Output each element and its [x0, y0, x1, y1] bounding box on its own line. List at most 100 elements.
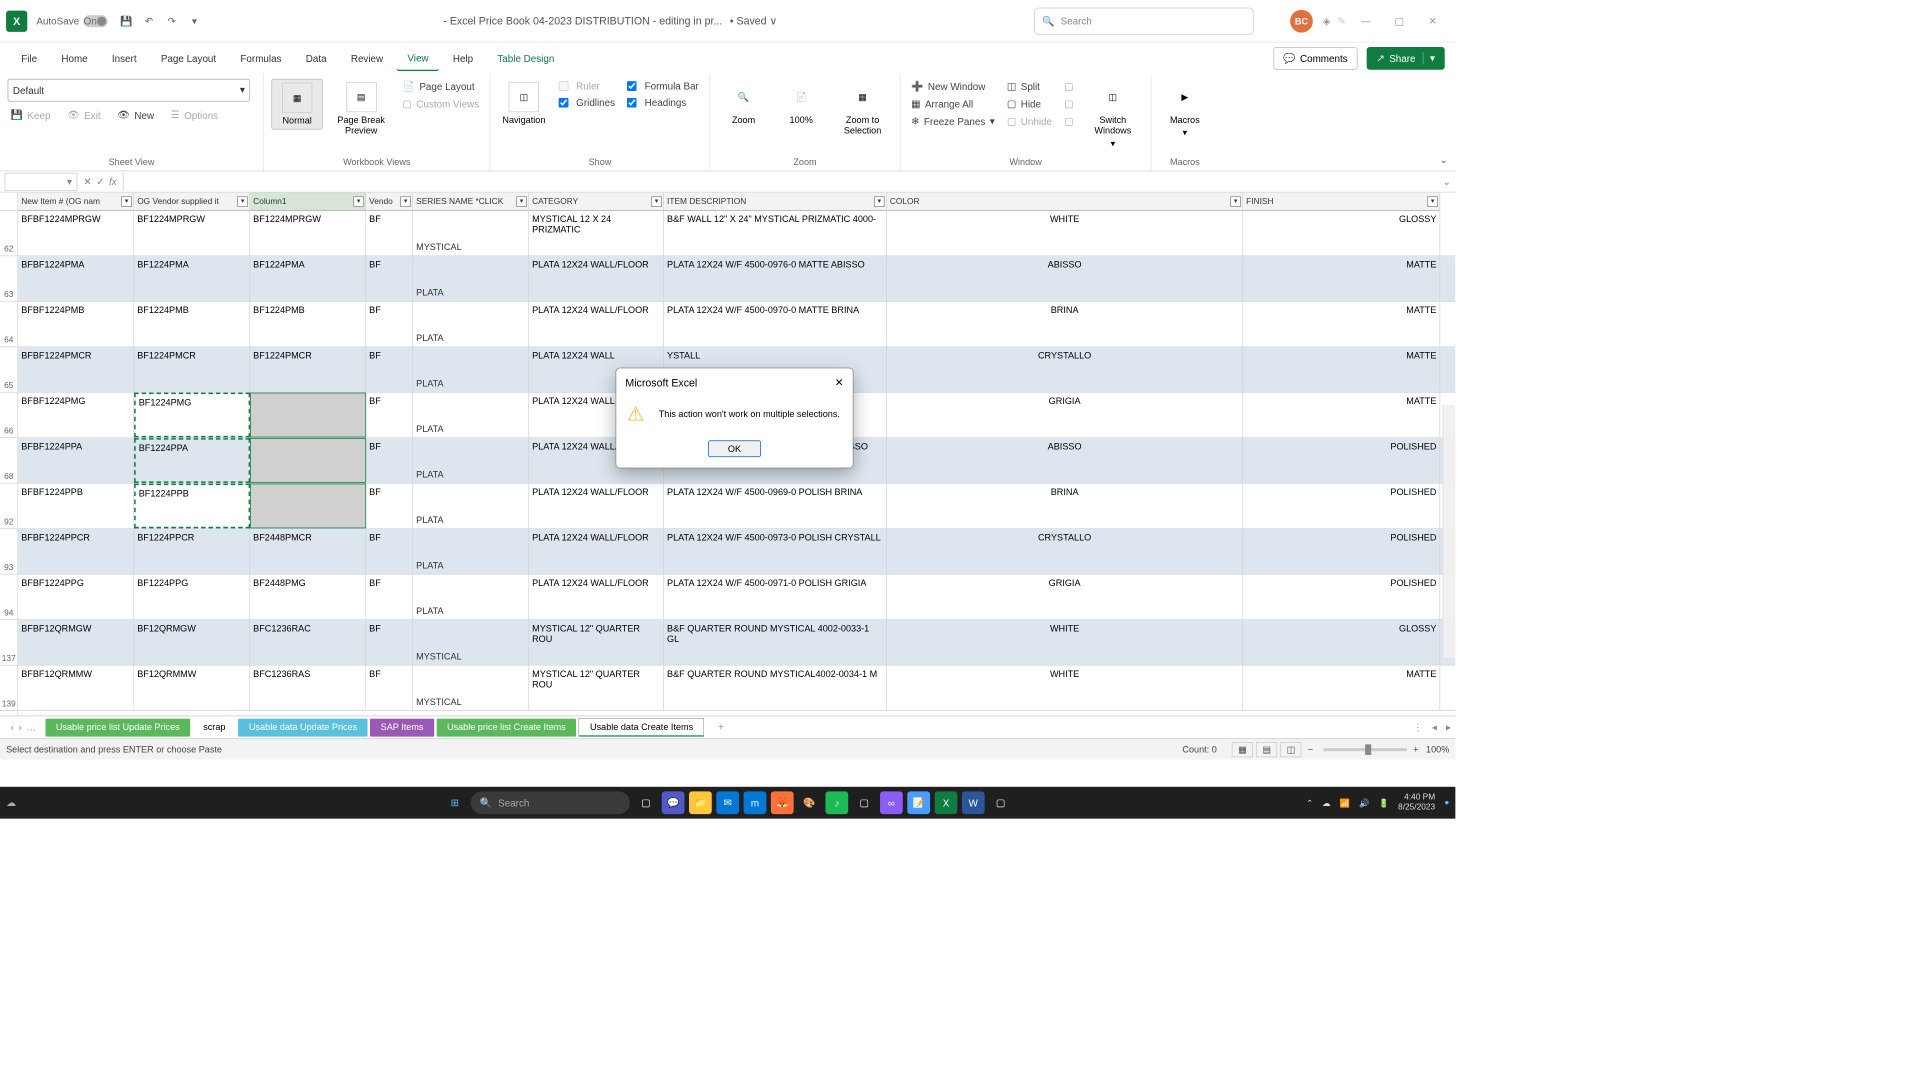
navigation-button[interactable]: ◫Navigation — [498, 79, 550, 128]
cell[interactable]: BF1224MPRGW — [134, 211, 250, 256]
cell[interactable]: PLATA 12X24 W/F 4500-0973-0 POLISH CRYST… — [664, 529, 887, 574]
cell[interactable]: BF — [366, 393, 413, 438]
cell[interactable]: BFBF1224PPCR — [18, 529, 134, 574]
zoom-selection-button[interactable]: ▦Zoom to Selection — [833, 79, 892, 139]
tray-chevron-icon[interactable]: ⌃ — [1306, 798, 1313, 808]
cell[interactable]: MATTE — [1243, 347, 1440, 392]
menu-data[interactable]: Data — [295, 47, 337, 70]
cell[interactable]: PLATA — [413, 575, 529, 620]
cell[interactable]: BF2448PMCR — [250, 529, 366, 574]
pagelayout-button[interactable]: 📄 Page Layout — [399, 79, 482, 94]
wifi-icon[interactable]: 📶 — [1340, 798, 1350, 808]
maximize-button[interactable]: ▢ — [1383, 6, 1416, 36]
teams-icon[interactable]: 💬 — [662, 791, 685, 814]
sheetview-dropdown[interactable]: Default▾ — [8, 79, 251, 102]
tab-next-icon[interactable]: › — [18, 722, 21, 733]
ribbon-collapse-icon[interactable]: ⌄ — [1440, 154, 1448, 166]
filter-icon[interactable]: ▾ — [874, 196, 885, 207]
cell[interactable]: BF — [366, 211, 413, 256]
column-header[interactable]: Column1▾ — [250, 193, 366, 211]
taskview-icon[interactable]: ▢ — [634, 791, 657, 814]
cell[interactable] — [250, 393, 366, 438]
enter-icon[interactable]: ✓ — [96, 175, 104, 187]
toggle-off-icon[interactable]: On — [84, 15, 108, 27]
pagelayout-view-icon[interactable]: ▤ — [1256, 742, 1277, 757]
battery-icon[interactable]: 🔋 — [1379, 798, 1389, 808]
volume-icon[interactable]: 🔊 — [1359, 798, 1369, 808]
tab-more-icon[interactable]: … — [26, 722, 36, 733]
row-header[interactable]: 65 — [0, 347, 17, 392]
sheet-tab[interactable]: scrap — [193, 718, 236, 736]
row-header[interactable]: 92 — [0, 484, 17, 529]
cell[interactable] — [250, 438, 366, 483]
cell[interactable]: PLATA — [413, 393, 529, 438]
cell[interactable]: POLISHED — [1243, 575, 1440, 620]
select-all-button[interactable] — [0, 193, 17, 211]
row-header[interactable]: 63 — [0, 256, 17, 301]
onedrive-icon[interactable]: ☁ — [1322, 798, 1330, 808]
cell[interactable]: B&F QUARTER ROUND MYSTICAL 4002-0033-1 G… — [664, 620, 887, 665]
cell[interactable]: MATTE — [1243, 256, 1440, 301]
filter-icon[interactable]: ▾ — [1230, 196, 1241, 207]
vertical-scrollbar[interactable] — [1442, 405, 1455, 658]
pen-icon[interactable]: ✎ — [1334, 13, 1349, 28]
cell[interactable]: PLATA 12X24 W/F 4500-0976-0 MATTE ABISSO — [664, 256, 887, 301]
cell[interactable]: BF1224PPA — [134, 438, 250, 483]
cell[interactable]: BF — [366, 438, 413, 483]
cell[interactable]: BF1224PMCR — [250, 347, 366, 392]
cell[interactable]: BRINA — [887, 302, 1243, 347]
filter-icon[interactable]: ▾ — [651, 196, 662, 207]
column-header[interactable]: COLOR▾ — [887, 193, 1243, 211]
cell[interactable]: MATTE — [1243, 302, 1440, 347]
cell[interactable]: BF1224PMA — [134, 256, 250, 301]
name-box[interactable]: ▾ — [5, 172, 78, 190]
cell[interactable]: MYSTICAL — [413, 666, 529, 711]
taskbar-search[interactable]: 🔍 Search — [471, 791, 630, 814]
zoom-out-icon[interactable]: − — [1308, 744, 1313, 755]
column-header[interactable]: New Item # (OG nam▾ — [18, 193, 134, 211]
cell[interactable]: BRINA — [887, 484, 1243, 529]
cell[interactable]: BFBF1224PPA — [18, 438, 134, 483]
cell[interactable]: BFBF1224PPB — [18, 484, 134, 529]
filter-icon[interactable]: ▾ — [516, 196, 527, 207]
cell[interactable]: WHITE — [887, 620, 1243, 665]
clock[interactable]: 4:40 PM 8/25/2023 — [1398, 793, 1435, 813]
column-header[interactable]: CATEGORY▾ — [529, 193, 664, 211]
cell[interactable]: PLATA — [413, 438, 529, 483]
close-button[interactable]: ✕ — [1416, 6, 1449, 36]
menu-formulas[interactable]: Formulas — [230, 47, 292, 70]
cell[interactable]: PLATA 12X24 WALL/FLOOR — [529, 256, 664, 301]
share-button[interactable]: ↗ Share ▾ — [1367, 47, 1445, 70]
row-header[interactable]: 93 — [0, 529, 17, 574]
cell[interactable]: GRIGIA — [887, 575, 1243, 620]
cell[interactable]: PLATA 12X24 WALL/FLOOR — [529, 302, 664, 347]
cell[interactable]: ABISSO — [887, 438, 1243, 483]
zoom-in-icon[interactable]: + — [1413, 744, 1418, 755]
menu-view[interactable]: View — [397, 46, 439, 71]
menu-review[interactable]: Review — [340, 47, 394, 70]
cell[interactable]: PLATA — [413, 256, 529, 301]
filter-icon[interactable]: ▾ — [121, 196, 132, 207]
user-avatar[interactable]: BC — [1290, 9, 1313, 32]
cell[interactable]: BF — [366, 666, 413, 711]
cell[interactable]: PLATA — [413, 347, 529, 392]
switch-windows-button[interactable]: ◫Switch Windows ▾ — [1083, 79, 1144, 152]
sheet-tab[interactable]: Usable data Update Prices — [238, 718, 367, 736]
scroll-right-icon[interactable]: ▸ — [1446, 721, 1451, 733]
hide-button[interactable]: ▢ Hide — [1004, 96, 1055, 111]
cell[interactable]: POLISHED — [1243, 484, 1440, 529]
zoom-button[interactable]: 🔍Zoom — [718, 79, 770, 128]
headings-check[interactable]: Headings — [624, 96, 702, 110]
column-header[interactable]: OG Vendor supplied it▾ — [134, 193, 250, 211]
undo-icon[interactable]: ↶ — [141, 13, 156, 28]
cell[interactable]: BFBF1224PPG — [18, 575, 134, 620]
cell[interactable]: PLATA 12X24 WALL/FLOOR — [529, 484, 664, 529]
add-sheet-button[interactable]: + — [718, 722, 724, 733]
cell[interactable]: POLISHED — [1243, 438, 1440, 483]
cell[interactable]: BFBF1224PMA — [18, 256, 134, 301]
cell[interactable]: B&F QUARTER ROUND MYSTICAL4002-0034-1 M — [664, 666, 887, 711]
freezepanes-button[interactable]: ❄ Freeze Panes ▾ — [908, 114, 998, 129]
autosave-toggle[interactable]: AutoSave On — [36, 15, 108, 27]
cell[interactable]: BF1224PMCR — [134, 347, 250, 392]
cell[interactable]: MYSTICAL — [413, 211, 529, 256]
